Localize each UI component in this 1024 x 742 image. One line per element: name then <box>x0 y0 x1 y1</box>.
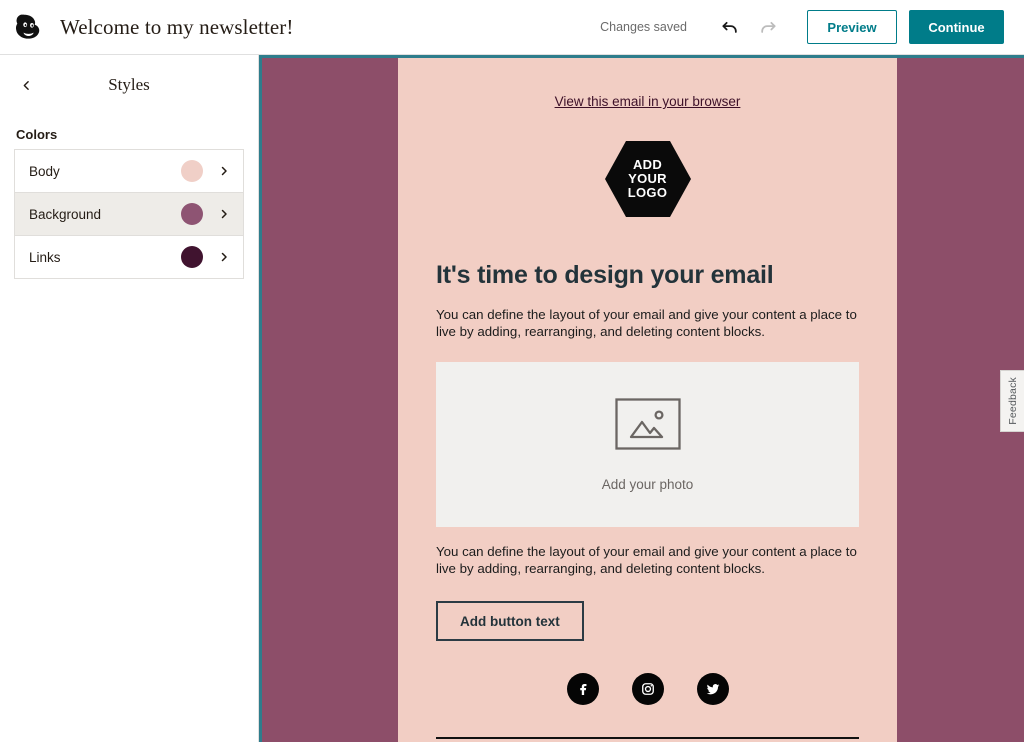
image-placeholder-icon <box>614 397 681 455</box>
top-bar-actions: Changes saved Preview Continue <box>600 10 1024 44</box>
sidebar-header: Styles <box>0 55 258 115</box>
color-row-label: Links <box>29 249 61 265</box>
feedback-tab[interactable]: Feedback <box>1000 370 1024 432</box>
email-paragraph-1[interactable]: You can define the layout of your email … <box>436 306 859 340</box>
preview-button[interactable]: Preview <box>807 10 897 44</box>
email-body: View this email in your browser ADD YOUR… <box>398 58 897 742</box>
color-swatch-links[interactable] <box>181 246 203 268</box>
styles-sidebar: Styles Colors Body Background Links <box>0 55 259 742</box>
chevron-right-icon[interactable] <box>217 164 231 178</box>
logo-block[interactable]: ADD YOUR LOGO <box>436 139 859 219</box>
color-row-body[interactable]: Body <box>14 149 244 193</box>
logo-text-line-2: YOUR <box>628 171 667 186</box>
continue-button[interactable]: Continue <box>909 10 1004 44</box>
social-links-block <box>436 673 859 705</box>
email-preview-canvas: View this email in your browser ADD YOUR… <box>259 55 1024 742</box>
colors-list: Body Background Links <box>14 149 244 279</box>
undo-arrow-icon[interactable] <box>715 12 745 42</box>
add-your-logo-placeholder[interactable]: ADD YOUR LOGO <box>604 139 692 219</box>
add-button-text-button[interactable]: Add button text <box>436 601 584 641</box>
preheader-block: View this email in your browser <box>436 58 859 109</box>
add-photo-block[interactable]: Add your photo <box>436 362 859 527</box>
page-title: Welcome to my newsletter! <box>60 14 294 39</box>
logo-placeholder-text: ADD YOUR LOGO <box>604 139 692 219</box>
facebook-icon[interactable] <box>566 673 599 705</box>
color-swatch-body[interactable] <box>181 160 203 182</box>
twitter-icon[interactable] <box>696 673 729 705</box>
color-swatch-background[interactable] <box>181 203 203 225</box>
sidebar-title: Styles <box>108 75 150 94</box>
cta-block: Add button text <box>436 601 859 641</box>
color-row-background[interactable]: Background <box>14 192 244 236</box>
app-root: Welcome to my newsletter! Changes saved … <box>0 0 1024 742</box>
color-row-links[interactable]: Links <box>14 235 244 279</box>
email-heading[interactable]: It's time to design your email <box>436 261 859 290</box>
instagram-icon[interactable] <box>631 673 664 705</box>
logo-text-line-1: ADD <box>632 157 663 172</box>
save-status: Changes saved <box>600 20 687 34</box>
chevron-right-icon[interactable] <box>217 250 231 264</box>
logo-text-line-3: LOGO <box>627 185 668 200</box>
redo-arrow-icon <box>753 12 783 42</box>
mailchimp-freddie-logo-icon[interactable] <box>10 9 46 45</box>
chevron-left-icon[interactable] <box>14 73 38 97</box>
top-bar: Welcome to my newsletter! Changes saved … <box>0 0 1024 55</box>
view-in-browser-link[interactable]: View this email in your browser <box>555 94 741 109</box>
color-row-label: Background <box>29 206 102 222</box>
feedback-tab-label: Feedback <box>1006 377 1019 425</box>
chevron-right-icon[interactable] <box>217 207 231 221</box>
footer-divider <box>436 737 859 739</box>
colors-section-label: Colors <box>16 127 58 142</box>
color-row-label: Body <box>29 163 60 179</box>
email-paragraph-2[interactable]: You can define the layout of your email … <box>436 543 859 577</box>
add-photo-caption: Add your photo <box>601 476 694 492</box>
